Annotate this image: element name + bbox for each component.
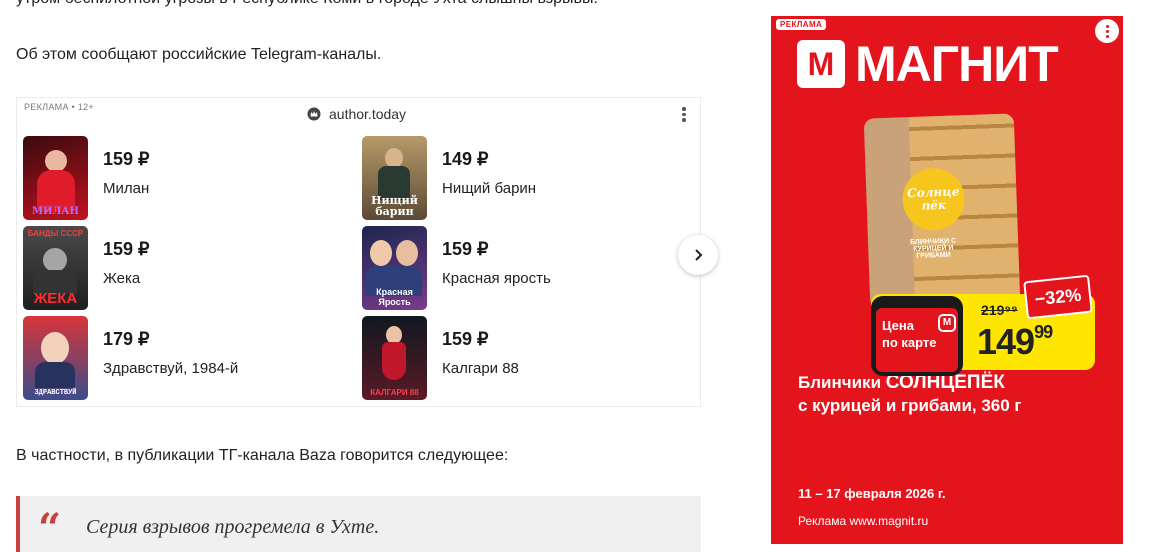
book-cover: Нищий барин xyxy=(362,136,427,220)
ad-label: РЕКЛАМА • 12+ xyxy=(24,102,94,112)
product-package-image: Солнце пёк БЛИНЧИКИ С КУРИЦЕЙ И ГРИБАМИ xyxy=(863,113,1021,309)
product-name-line1: Блинчики xyxy=(798,373,886,392)
magnit-logo-letter: М xyxy=(797,40,845,88)
new-price-cents: 99 xyxy=(1034,322,1053,342)
book-title: Калгари 88 xyxy=(442,360,519,377)
quote-mark-icon: “ xyxy=(38,505,62,552)
magnit-logo: М МАГНИТ xyxy=(797,36,1059,92)
old-price: 219⁹⁹ xyxy=(981,302,1018,318)
article-paragraph-baza: В частности, в публикации ТГ-канала Baza… xyxy=(16,447,509,464)
magnit-ad-banner[interactable]: РЕКЛАМА М МАГНИТ Солнце пёк БЛИНЧИКИ С К… xyxy=(771,16,1123,544)
product-name: Блинчики СОЛНЦЕПЁК с курицей и грибами, … xyxy=(798,371,1022,417)
promo-dates: 11 – 17 февраля 2026 г. xyxy=(798,486,946,501)
book-price: 159 ₽ xyxy=(442,239,489,259)
book-price: 159 ₽ xyxy=(103,149,150,169)
ad-source-label: author.today xyxy=(329,106,407,122)
carousel-next-button[interactable] xyxy=(678,235,718,275)
card-price-label-2: по карте xyxy=(882,335,937,350)
book-price: 149 ₽ xyxy=(442,149,489,169)
ad-source[interactable]: author.today xyxy=(307,106,406,122)
book-cover: КАЛГАРИ 88 xyxy=(362,316,427,400)
ad-site-link[interactable]: Реклама www.magnit.ru xyxy=(798,514,928,528)
book-price: 179 ₽ xyxy=(103,329,150,349)
chevron-right-icon xyxy=(695,249,703,261)
article-paragraph-source: Об этом сообщают российские Telegram-кан… xyxy=(16,46,382,63)
book-price: 159 ₽ xyxy=(442,329,489,349)
product-name-line2: с курицей и грибами, 360 г xyxy=(798,396,1022,415)
magnit-app-icon: М xyxy=(938,314,956,332)
book-card[interactable]: КАЛГАРИ 88 159 ₽ Калгари 88 xyxy=(362,316,692,402)
book-cover-text: ЖЕКА xyxy=(33,290,78,307)
book-cover-text: МИЛАН xyxy=(32,206,79,217)
book-card[interactable]: Нищий барин 149 ₽ Нищий барин xyxy=(362,136,692,222)
new-price: 14999 xyxy=(977,321,1053,363)
banner-ad-label: РЕКЛАМА xyxy=(776,19,827,30)
article-paragraph-cut: утром беспилотной угрозы в Республике Ко… xyxy=(16,0,598,8)
book-cover: МИЛАН xyxy=(23,136,88,220)
book-cover-text: Красная Ярость xyxy=(376,287,413,307)
book-title: Красная ярость xyxy=(442,270,551,287)
book-cover: БАНДЫ СССР ЖЕКА xyxy=(23,226,88,310)
book-title: Нищий барин xyxy=(442,180,537,197)
more-vertical-icon[interactable] xyxy=(681,105,687,123)
new-price-main: 149 xyxy=(977,321,1035,362)
discount-badge: −32% xyxy=(1023,274,1093,320)
more-vertical-icon[interactable] xyxy=(1095,19,1119,43)
book-title: Здравствуй, 1984-й xyxy=(103,360,239,377)
crown-icon xyxy=(307,107,321,121)
book-card[interactable]: Красная Ярость 159 ₽ Красная ярость xyxy=(362,226,692,312)
book-cover: Красная Ярость xyxy=(362,226,427,310)
book-price: 159 ₽ xyxy=(103,239,150,259)
book-ad-block[interactable]: РЕКЛАМА • 12+ author.today МИЛАН 159 ₽ М… xyxy=(16,97,718,407)
book-cover-text: ЗДРАВСТВУЙ xyxy=(34,389,77,397)
phone-card-image: Цена по карте М xyxy=(871,296,963,376)
book-card[interactable]: БАНДЫ СССР ЖЕКА 159 ₽ Жека xyxy=(23,226,353,312)
book-title: Жека xyxy=(103,270,141,287)
magnit-logo-name: МАГНИТ xyxy=(855,36,1059,92)
book-card[interactable]: МИЛАН 159 ₽ Милан xyxy=(23,136,353,222)
book-cover-text: КАЛГАРИ 88 xyxy=(370,388,419,397)
book-card[interactable]: ЗДРАВСТВУЙ 179 ₽ Здравствуй, 1984-й xyxy=(23,316,353,402)
book-cover-subtitle: БАНДЫ СССР xyxy=(27,229,84,238)
book-title: Милан xyxy=(103,180,150,197)
product-package-label: БЛИНЧИКИ С КУРИЦЕЙ И ГРИБАМИ xyxy=(909,237,957,260)
book-cover: ЗДРАВСТВУЙ xyxy=(23,316,88,400)
blockquote: “ Серия взрывов прогремела в Ухте. xyxy=(16,496,701,552)
book-cover-text: Нищий барин xyxy=(371,194,418,218)
quote-text: Серия взрывов прогремела в Ухте. xyxy=(86,516,380,538)
